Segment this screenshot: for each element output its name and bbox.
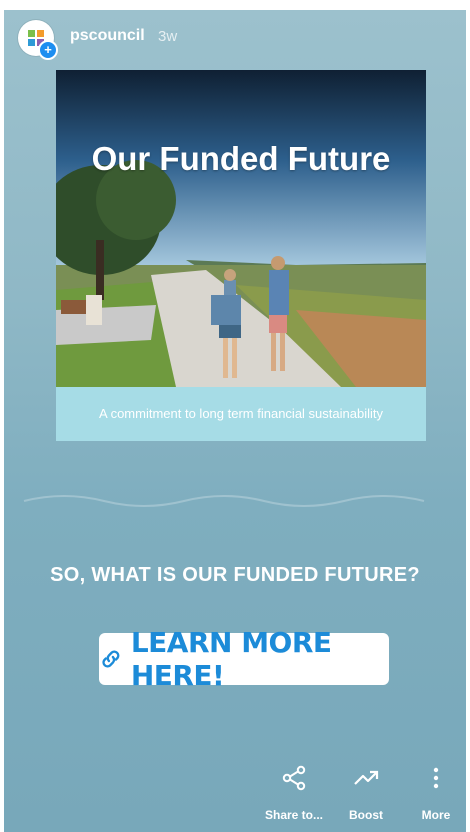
more-icon bbox=[433, 767, 439, 789]
learn-more-link-sticker[interactable]: LEARN MORE HERE! bbox=[99, 626, 389, 692]
share-to-action[interactable]: Share to... bbox=[259, 760, 329, 822]
boost-label: Boost bbox=[349, 808, 383, 822]
card-title: Our Funded Future bbox=[91, 140, 391, 177]
learn-more-label: LEARN MORE HERE! bbox=[130, 626, 332, 692]
story-question-text: SO, WHAT IS OUR FUNDED FUTURE? bbox=[50, 564, 420, 586]
decorative-squiggle bbox=[23, 495, 425, 507]
more-action[interactable]: More bbox=[401, 760, 466, 822]
post-age: 3w bbox=[158, 28, 178, 45]
story-viewer: + pscouncil 3w Our Funded Future A commi… bbox=[4, 10, 466, 832]
share-to-label: Share to... bbox=[264, 808, 323, 822]
shared-post-card[interactable]: Our Funded Future A commitment to long t… bbox=[56, 70, 426, 441]
card-caption: A commitment to long term financial sust… bbox=[56, 387, 426, 441]
profile-avatar[interactable]: + bbox=[18, 20, 58, 60]
more-label: More bbox=[421, 808, 451, 822]
add-story-icon[interactable]: + bbox=[38, 40, 58, 60]
boost-icon bbox=[354, 770, 379, 785]
link-icon bbox=[102, 650, 120, 668]
boost-action[interactable]: Boost bbox=[331, 760, 401, 822]
share-icon bbox=[282, 765, 306, 791]
story-actions-bar: Share to... Boost More bbox=[259, 760, 466, 830]
promo-photo bbox=[56, 70, 426, 387]
username[interactable]: pscouncil bbox=[70, 27, 145, 45]
